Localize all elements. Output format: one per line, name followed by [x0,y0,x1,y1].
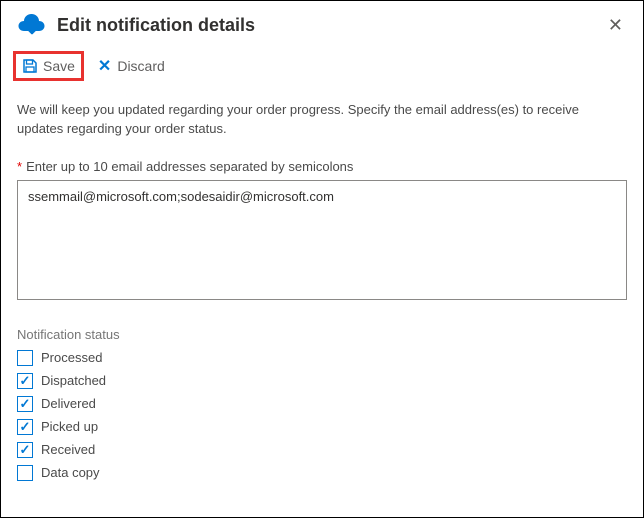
close-button[interactable]: ✕ [600,11,631,40]
status-checkbox[interactable] [17,442,33,458]
status-checkbox[interactable] [17,373,33,389]
status-row: Dispatched [17,373,627,389]
panel-title: Edit notification details [57,15,600,36]
cloud-download-icon [13,9,51,41]
status-row: Picked up [17,419,627,435]
status-row: Delivered [17,396,627,412]
discard-label: Discard [117,58,164,74]
save-icon [22,58,38,74]
email-field-label: *Enter up to 10 email addresses separate… [17,159,627,174]
status-label: Delivered [41,396,96,411]
save-label: Save [43,58,75,74]
status-label: Received [41,442,95,457]
toolbar: Save ✕ Discard [1,47,643,87]
status-checkbox[interactable] [17,350,33,366]
notification-status-list: Processed Dispatched Delivered Picked up Rec… [17,350,627,481]
status-checkbox[interactable] [17,465,33,481]
discard-button[interactable]: ✕ Discard [98,56,165,76]
status-label: Picked up [41,419,98,434]
status-label: Dispatched [41,373,106,388]
description-text: We will keep you updated regarding your … [17,101,627,139]
email-input[interactable] [17,180,627,300]
notification-status-label: Notification status [17,327,627,342]
status-checkbox[interactable] [17,419,33,435]
status-checkbox[interactable] [17,396,33,412]
status-row: Data copy [17,465,627,481]
required-indicator: * [17,159,22,174]
discard-icon: ✕ [98,56,111,76]
content-area: We will keep you updated regarding your … [1,87,643,481]
status-row: Received [17,442,627,458]
save-button[interactable]: Save [13,51,84,81]
status-label: Processed [41,350,102,365]
status-row: Processed [17,350,627,366]
panel-header: Edit notification details ✕ [1,1,643,47]
close-icon: ✕ [608,15,623,35]
status-label: Data copy [41,465,100,480]
